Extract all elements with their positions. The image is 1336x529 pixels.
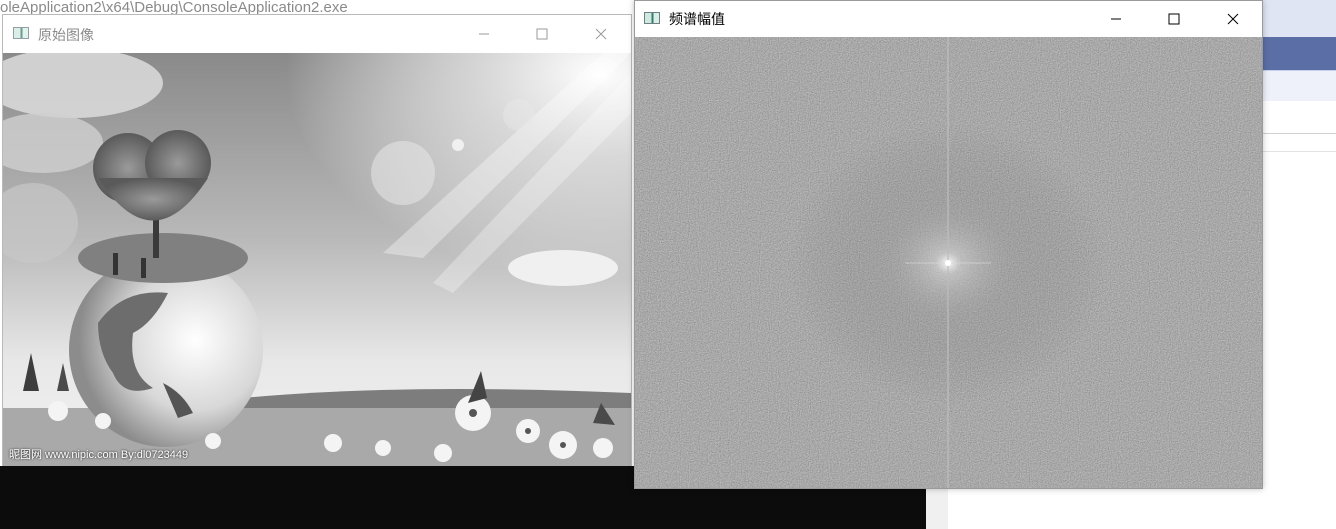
close-button[interactable] — [578, 15, 624, 53]
ide-toolbar — [1262, 0, 1336, 37]
maximize-button[interactable] — [519, 15, 565, 53]
ide-divider — [1262, 133, 1336, 134]
minimize-icon — [1111, 18, 1121, 20]
watermark-text: 昵图网 www.nipic.com By:dl0723449 — [9, 449, 189, 461]
window-title: 原始图像 — [38, 28, 94, 44]
minimize-button[interactable] — [461, 15, 507, 53]
app-icon — [13, 27, 29, 39]
maximize-icon — [536, 28, 548, 40]
spectrum-window[interactable]: 频谱幅值 — [634, 0, 1263, 489]
close-button[interactable] — [1210, 1, 1256, 37]
spectrum-image — [635, 37, 1262, 488]
minimize-button[interactable] — [1093, 1, 1139, 37]
original-image: 昵图网 www.nipic.com By:dl0723449 — [3, 53, 631, 466]
spectrum-titlebar[interactable]: 频谱幅值 — [635, 1, 1262, 37]
ide-divider — [1262, 151, 1336, 152]
ide-header-row — [1262, 70, 1336, 101]
console-window-title: oleApplication2\x64\Debug\ConsoleApplica… — [0, 1, 348, 15]
original-image-window[interactable]: 原始图像 昵图网 www.nipic.com By:dl0723449 — [2, 14, 632, 466]
original-image-titlebar[interactable]: 原始图像 — [3, 15, 631, 53]
window-title: 频谱幅值 — [669, 12, 725, 28]
close-icon — [595, 28, 607, 40]
ide-background — [1262, 0, 1336, 529]
maximize-button[interactable] — [1151, 1, 1197, 37]
maximize-icon — [1168, 13, 1180, 25]
minimize-icon — [479, 33, 489, 35]
close-icon — [1227, 13, 1239, 25]
app-icon — [644, 12, 660, 24]
ide-tab-strip[interactable] — [1262, 37, 1336, 70]
